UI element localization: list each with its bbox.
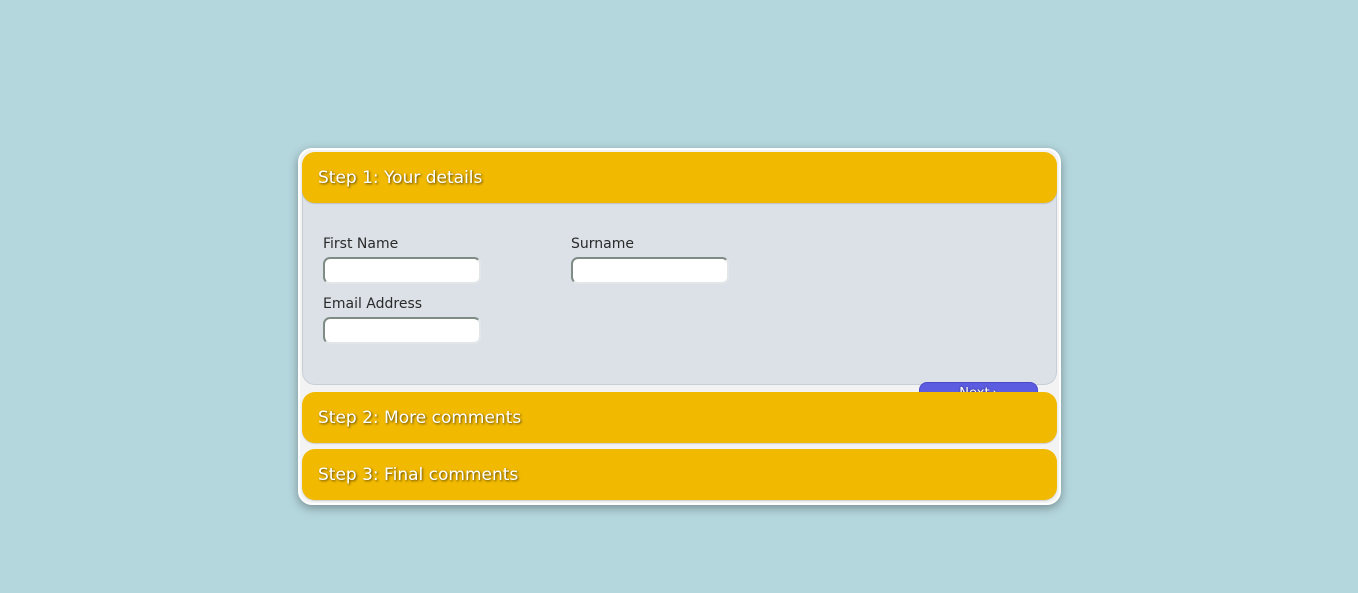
step-3-header[interactable]: Step 3: Final comments (302, 449, 1057, 500)
step-1-panel: First Name Surname Email Address Next › (302, 190, 1057, 405)
surname-label: Surname (571, 236, 634, 252)
email-input[interactable] (323, 317, 481, 344)
step-3-title: Step 3: Final comments (318, 464, 519, 485)
email-label: Email Address (323, 296, 423, 312)
step-2-header[interactable]: Step 2: More comments (302, 392, 1057, 443)
step-1-title: Step 1: Your details (318, 167, 483, 188)
surname-input[interactable] (571, 257, 729, 284)
step-1-header[interactable]: Step 1: Your details (302, 152, 1057, 203)
first-name-input[interactable] (323, 257, 481, 284)
step-2-title: Step 2: More comments (318, 407, 522, 428)
checkout-wizard: Step 1: Your details First Name Surname … (298, 148, 1061, 505)
first-name-label: First Name (323, 236, 399, 252)
